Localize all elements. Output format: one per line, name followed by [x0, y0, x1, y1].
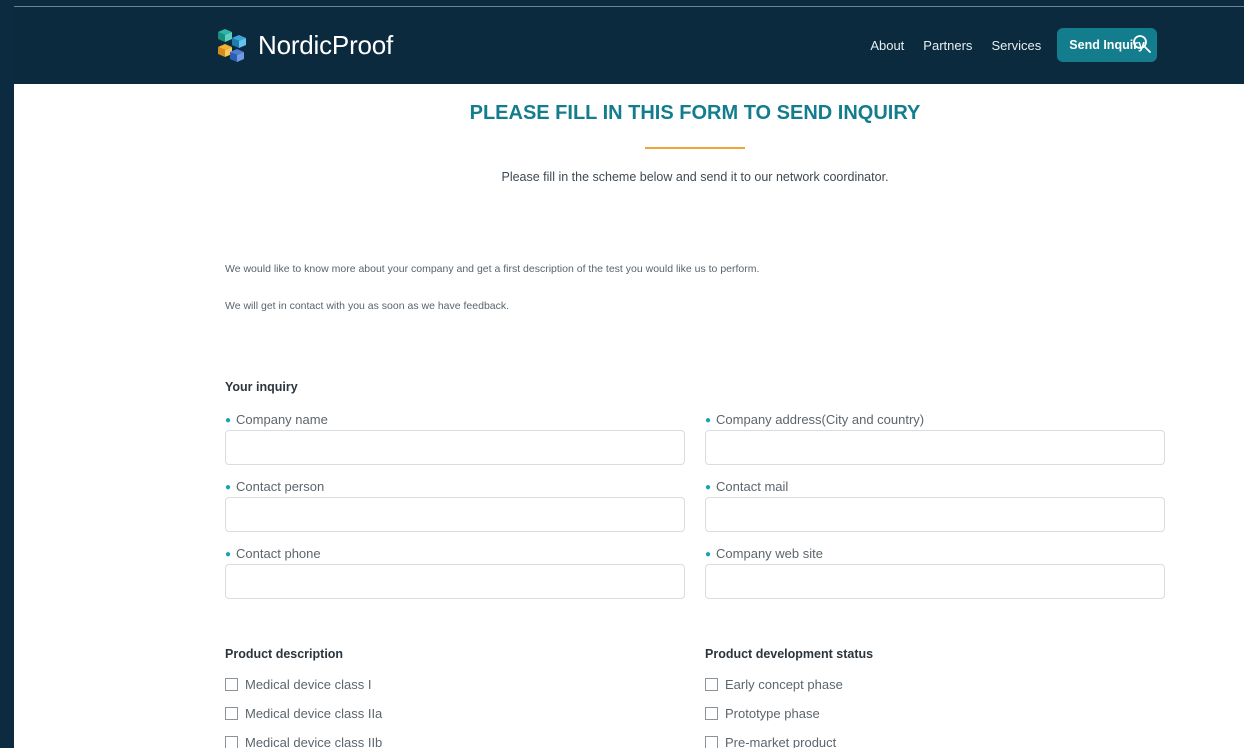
- contact-mail-input[interactable]: [705, 497, 1165, 532]
- checkbox-medical-class-iia[interactable]: Medical device class IIa: [225, 706, 382, 721]
- top-border-line: [14, 0, 1244, 7]
- checkbox-box[interactable]: [225, 736, 238, 748]
- intro-text-1: We would like to know more about your co…: [225, 263, 760, 275]
- checkbox-box[interactable]: [225, 678, 238, 691]
- main-nav: About Partners Services Send Inquiry: [851, 28, 1157, 62]
- title-underline: [645, 147, 745, 149]
- checkbox-medical-class-i[interactable]: Medical device class I: [225, 677, 371, 692]
- checkbox-box[interactable]: [705, 707, 718, 720]
- contact-phone-label: ● Contact phone: [225, 546, 321, 561]
- development-status-title: Product development status: [705, 647, 874, 661]
- company-name-label: ● Company name: [225, 412, 328, 427]
- contact-mail-label: ● Contact mail: [705, 479, 789, 494]
- contact-person-label: ● Contact person: [225, 479, 325, 494]
- company-address-input[interactable]: [705, 430, 1165, 465]
- company-web-label: ● Company web site: [705, 546, 823, 561]
- company-web-input[interactable]: [705, 564, 1165, 599]
- inquiry-section-title: Your inquiry: [225, 380, 298, 394]
- contact-person-input[interactable]: [225, 497, 685, 532]
- checkbox-box[interactable]: [705, 736, 718, 748]
- nav-about[interactable]: About: [870, 38, 904, 53]
- search-icon[interactable]: [1132, 34, 1152, 54]
- checkbox-prototype[interactable]: Prototype phase: [705, 706, 820, 721]
- checkbox-box[interactable]: [705, 678, 718, 691]
- product-description-title: Product description: [225, 647, 344, 661]
- nav-partners[interactable]: Partners: [923, 38, 972, 53]
- checkbox-early-concept[interactable]: Early concept phase: [705, 677, 843, 692]
- intro-text-2: We will get in contact with you as soon …: [225, 300, 510, 312]
- brand-name: NordicProof: [258, 29, 394, 60]
- nav-services[interactable]: Services: [991, 38, 1041, 53]
- company-name-input[interactable]: [225, 430, 685, 465]
- site-header: NordicProof About Partners Services Send…: [14, 8, 1244, 84]
- contact-phone-input[interactable]: [225, 564, 685, 599]
- left-edge-strip: [0, 0, 14, 748]
- checkbox-pre-market[interactable]: Pre-market product: [705, 735, 836, 748]
- page-subtitle: Please fill in the scheme below and send…: [501, 170, 889, 184]
- checkbox-box[interactable]: [225, 707, 238, 720]
- cube-logo-icon: [218, 29, 246, 62]
- main-content: PLEASE FILL IN THIS FORM TO SEND INQUIRY…: [14, 84, 1244, 748]
- page-title: PLEASE FILL IN THIS FORM TO SEND INQUIRY: [469, 102, 921, 124]
- brand-logo[interactable]: NordicProof: [215, 27, 393, 63]
- checkbox-medical-class-iib[interactable]: Medical device class IIb: [225, 735, 382, 748]
- company-address-label: ● Company address(City and country): [705, 412, 925, 427]
